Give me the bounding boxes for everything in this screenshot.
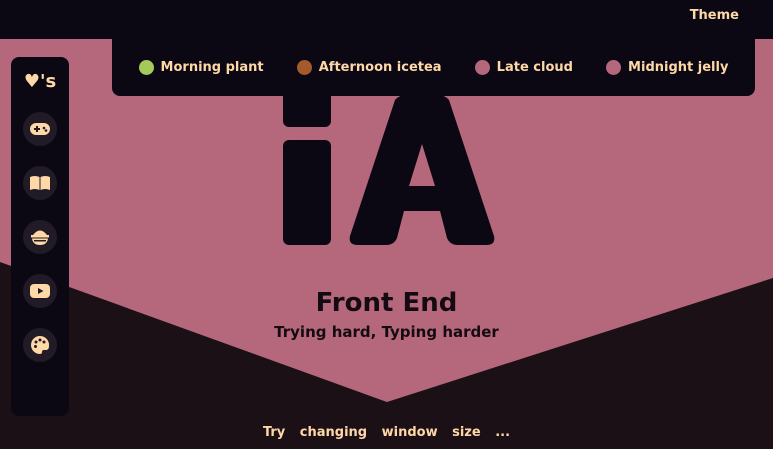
gamepad-icon [30,123,50,135]
theme-button[interactable]: Theme [690,8,739,23]
book-icon [30,176,50,190]
sidebar-logo[interactable]: ♥'s [24,71,56,92]
theme-option-label: Afternoon icetea [318,59,442,75]
top-bar: Theme [0,0,773,39]
color-dot-icon [606,59,622,75]
theme-option-midnight-jelly[interactable]: Midnight jelly [606,59,729,75]
footer-hint: Try changing window size ... [262,425,511,440]
sidebar-item-food[interactable] [23,220,57,254]
theme-option-label: Morning plant [160,59,264,75]
sidebar-item-art[interactable] [23,328,57,362]
sidebar-item-reading[interactable] [23,166,57,200]
color-dot-icon [474,59,490,75]
theme-option-label: Late cloud [496,59,573,75]
youtube-icon [30,284,50,298]
palette-icon [31,335,50,354]
sidebar-item-games[interactable] [23,112,57,146]
theme-option-late-cloud[interactable]: Late cloud [474,59,573,75]
ia-logo [283,88,495,245]
sidebar: ♥'s [11,57,69,416]
theme-menu: Morning plant Afternoon icetea Late clou… [112,38,755,96]
theme-option-afternoon-icetea[interactable]: Afternoon icetea [296,59,442,75]
page-subtitle: Trying hard, Typing harder [274,323,499,341]
theme-option-label: Midnight jelly [628,59,729,75]
bowl-icon [31,230,49,245]
color-dot-icon [138,59,154,75]
theme-option-morning-plant[interactable]: Morning plant [138,59,264,75]
page-title: Front End [315,288,458,318]
sidebar-item-videos[interactable] [23,274,57,308]
color-dot-icon [296,59,312,75]
